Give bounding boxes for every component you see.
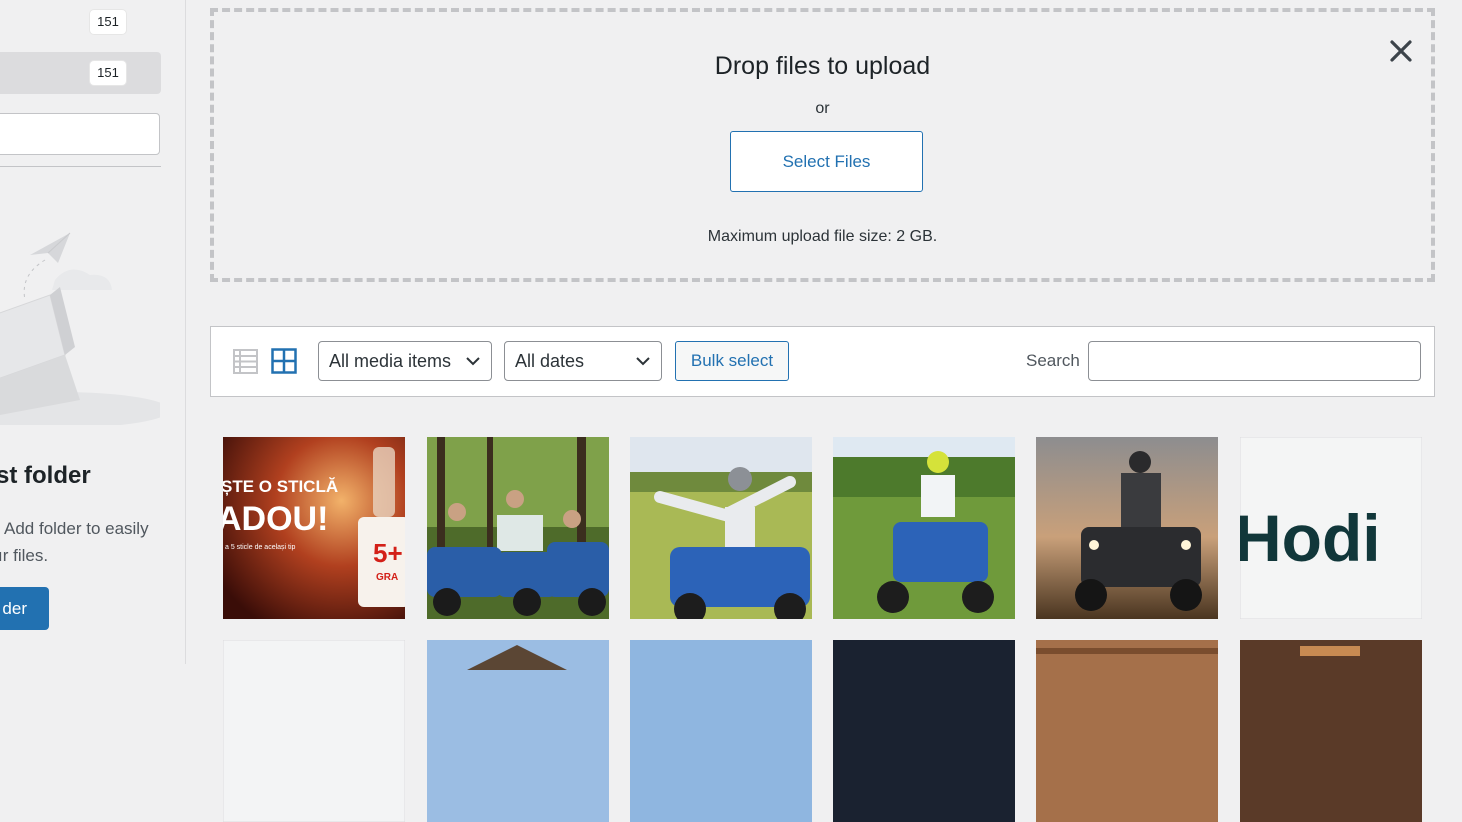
folder-search-input[interactable] (0, 113, 160, 155)
chevron-down-icon (636, 357, 650, 366)
atv-rider-photo (630, 437, 812, 619)
media-thumbnail[interactable] (1240, 640, 1422, 822)
empty-state-description: Add folder to easily ır files. (0, 515, 168, 569)
media-thumbnail[interactable] (630, 437, 812, 619)
media-thumbnail[interactable] (1036, 640, 1218, 822)
media-image (630, 640, 812, 822)
logo-image: Hodi (1240, 437, 1422, 619)
sidebar-divider (0, 166, 161, 167)
date-filter[interactable]: All dates (504, 341, 662, 381)
upload-or-text: or (815, 100, 830, 117)
media-thumbnail[interactable] (223, 640, 405, 822)
folder-sidebar: 151 151 st folder Add folder to easily ı… (0, 0, 186, 664)
media-image (833, 640, 1015, 822)
promo-tag2: GRA (376, 572, 398, 583)
atv-meadow-photo (833, 437, 1015, 619)
atv-group-photo (427, 437, 609, 619)
media-toolbar: All media items All dates Bulk select Se… (210, 326, 1435, 397)
media-image (1240, 640, 1422, 822)
media-thumbnail[interactable]: Hodi (1240, 437, 1422, 619)
close-icon[interactable] (1386, 36, 1416, 66)
promo-line2: ADOU! (223, 500, 328, 538)
media-image (427, 640, 609, 822)
add-folder-button[interactable]: der (0, 587, 49, 630)
upload-dropzone[interactable]: Drop files to upload or Select Files Max… (210, 8, 1435, 282)
promo-small: a 5 sticle de același tip (225, 544, 296, 551)
empty-folder-illustration (0, 232, 160, 425)
folder-count-badge: 151 (90, 10, 126, 34)
media-thumbnail[interactable] (630, 640, 812, 822)
atv-sunset-photo (1036, 437, 1218, 619)
folder-item-all[interactable]: 151 (0, 0, 161, 44)
select-files-button[interactable]: Select Files (730, 131, 923, 192)
max-upload-size-text: Maximum upload file size: 2 GB. (707, 228, 938, 245)
empty-state-desc-line2: ır files. (0, 546, 49, 565)
media-type-filter[interactable]: All media items (318, 341, 492, 381)
grid-view-icon[interactable] (271, 348, 297, 374)
bulk-select-button[interactable]: Bulk select (675, 341, 789, 381)
media-thumbnail[interactable]: ȘTE O STICLĂ ADOU! a 5 sticle de același… (223, 437, 405, 619)
media-image (1036, 640, 1218, 822)
media-thumbnail[interactable] (833, 437, 1015, 619)
media-thumbnail[interactable] (427, 640, 609, 822)
date-filter-value: All dates (515, 351, 585, 371)
folder-count-badge: 151 (90, 61, 126, 85)
empty-state-desc-line1: Add folder to easily (4, 519, 149, 538)
upload-title: Drop files to upload (714, 52, 931, 80)
promo-tag: 5+ (373, 538, 403, 568)
search-label: Search (1026, 351, 1080, 370)
media-thumbnail[interactable] (1036, 437, 1218, 619)
logo-text: Hodi (1240, 501, 1381, 575)
chevron-down-icon (466, 357, 480, 366)
media-type-filter-value: All media items (329, 351, 452, 371)
media-search-input[interactable] (1088, 341, 1421, 381)
promo-image: ȘTE O STICLĂ ADOU! a 5 sticle de același… (223, 437, 405, 619)
media-thumbnail[interactable] (833, 640, 1015, 822)
folder-item-selected[interactable]: 151 (0, 52, 161, 94)
promo-line1: ȘTE O STICLĂ (223, 477, 338, 496)
media-thumbnail[interactable] (427, 437, 609, 619)
empty-state-title: st folder (0, 462, 91, 489)
media-image (223, 640, 405, 822)
list-view-icon[interactable] (233, 349, 258, 374)
